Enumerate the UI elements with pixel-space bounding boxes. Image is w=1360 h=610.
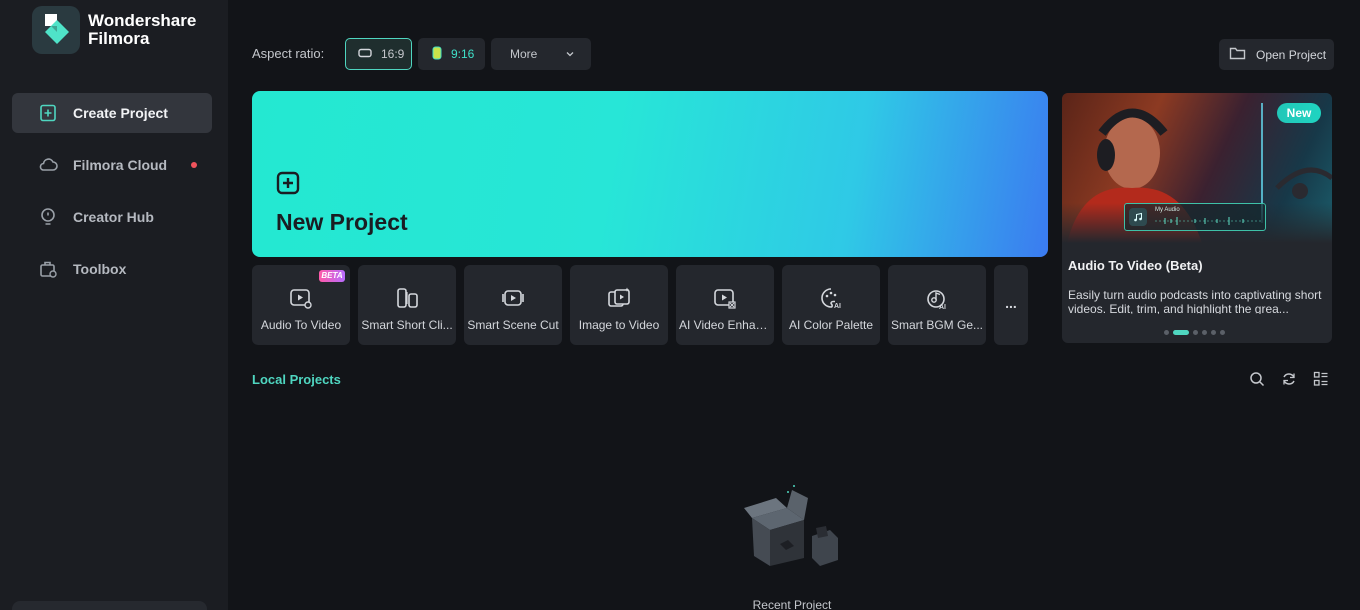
more-dots-icon: ... xyxy=(1005,295,1017,311)
smart-scene-cut-icon xyxy=(501,286,525,310)
music-note-icon xyxy=(1129,208,1147,226)
promo-title: Audio To Video (Beta) xyxy=(1068,258,1203,273)
filmora-logo-icon xyxy=(32,6,80,54)
sidebar-item-filmora-cloud[interactable]: Filmora Cloud xyxy=(12,145,212,185)
tool-label: Audio To Video xyxy=(260,318,342,332)
ai-video-enhancer-icon xyxy=(713,286,737,310)
tool-smart-short-clips[interactable]: Smart Short Cli... xyxy=(358,265,456,345)
aspect-9-16-label: 9:16 xyxy=(451,47,475,61)
tool-label: Smart BGM Ge... xyxy=(891,318,983,332)
new-project-title: New Project xyxy=(276,209,408,235)
plus-square-icon xyxy=(38,103,58,123)
open-project-label: Open Project xyxy=(1256,47,1327,62)
carousel-dot[interactable] xyxy=(1164,330,1169,335)
sidebar-item-creator-hub[interactable]: Creator Hub xyxy=(12,197,212,237)
aspect-16-9-label: 16:9 xyxy=(381,47,405,61)
tool-ai-color-palette[interactable]: AI AI Color Palette xyxy=(782,265,880,345)
tools-more-button[interactable]: ... xyxy=(994,265,1028,345)
brand-line-1: Wondershare xyxy=(88,11,197,30)
aspect-more-label: More xyxy=(510,47,538,61)
account-button[interactable] xyxy=(12,601,207,610)
tool-image-to-video[interactable]: Image to Video xyxy=(570,265,668,345)
plus-square-icon xyxy=(276,171,300,200)
beta-badge: BETA xyxy=(319,270,345,282)
app-logo[interactable]: Wondershare Filmora xyxy=(32,6,196,54)
audio-widget: My Audio xyxy=(1124,203,1266,231)
folder-icon xyxy=(1229,46,1246,63)
tool-ai-video-enhancer[interactable]: AI Video Enhan... xyxy=(676,265,774,345)
promo-card[interactable]: New My Audio Audio To Video (Beta) Easil… xyxy=(1062,93,1332,343)
brand-name: Wondershare Filmora xyxy=(88,12,196,48)
sidebar: Wondershare Filmora Create Project Filmo… xyxy=(0,0,228,610)
tool-label: Smart Short Cli... xyxy=(361,318,453,332)
tool-smart-scene-cut[interactable]: Smart Scene Cut xyxy=(464,265,562,345)
carousel-dot-active[interactable] xyxy=(1173,330,1189,335)
view-toggle-icon[interactable] xyxy=(1313,371,1329,392)
promo-description: Easily turn audio podcasts into captivat… xyxy=(1068,288,1322,314)
sidebar-nav: Create Project Filmora Cloud Creator Hub… xyxy=(12,93,212,301)
landscape-icon xyxy=(358,47,372,61)
carousel-dots[interactable] xyxy=(1164,330,1225,335)
smart-short-clips-icon xyxy=(395,286,419,310)
tool-audio-to-video[interactable]: BETA Audio To Video xyxy=(252,265,350,345)
carousel-dot[interactable] xyxy=(1211,330,1216,335)
open-project-button[interactable]: Open Project xyxy=(1219,39,1334,70)
sidebar-item-label: Create Project xyxy=(73,105,168,121)
ai-color-palette-icon: AI xyxy=(819,286,843,310)
empty-box-illustration xyxy=(742,478,842,573)
sidebar-item-label: Filmora Cloud xyxy=(73,157,168,173)
aspect-16-9-button[interactable]: 16:9 xyxy=(345,38,412,70)
aspect-more-dropdown[interactable]: More xyxy=(491,38,591,70)
brand-line-2: Filmora xyxy=(88,29,150,48)
new-badge: New xyxy=(1277,103,1321,123)
tool-label: AI Color Palette xyxy=(788,318,874,332)
svg-text:AI: AI xyxy=(834,303,841,310)
waveform-icon xyxy=(1155,217,1261,225)
sidebar-item-toolbox[interactable]: Toolbox xyxy=(12,249,212,289)
audio-to-video-icon xyxy=(289,286,313,310)
tool-label: Image to Video xyxy=(578,318,660,332)
local-projects-title: Local Projects xyxy=(252,372,341,387)
aspect-ratio-label: Aspect ratio: xyxy=(252,46,325,61)
tool-label: Smart Scene Cut xyxy=(467,318,559,332)
smart-bgm-icon: AI xyxy=(925,286,949,311)
search-icon[interactable] xyxy=(1249,371,1265,392)
svg-text:AI: AI xyxy=(939,304,946,310)
sidebar-item-create-project[interactable]: Create Project xyxy=(12,93,212,133)
carousel-dot[interactable] xyxy=(1202,330,1207,335)
sidebar-item-label: Creator Hub xyxy=(73,209,154,225)
tool-label: AI Video Enhan... xyxy=(679,318,771,332)
empty-state-label: Recent Project xyxy=(752,598,832,610)
new-project-banner[interactable]: New Project xyxy=(252,91,1048,257)
audio-widget-tag: My Audio xyxy=(1155,207,1180,213)
image-to-video-icon xyxy=(607,286,631,310)
chevron-down-icon xyxy=(565,48,575,62)
cloud-icon xyxy=(38,155,58,175)
bulb-icon xyxy=(38,207,58,227)
portrait-icon xyxy=(432,46,442,63)
notification-dot xyxy=(191,162,197,168)
refresh-icon[interactable] xyxy=(1281,371,1297,392)
aspect-9-16-button[interactable]: 9:16 xyxy=(418,38,485,70)
toolbox-icon xyxy=(38,259,58,279)
carousel-dot[interactable] xyxy=(1193,330,1198,335)
carousel-dot[interactable] xyxy=(1220,330,1225,335)
tool-smart-bgm-generation[interactable]: AI Smart BGM Ge... xyxy=(888,265,986,345)
sidebar-item-label: Toolbox xyxy=(73,261,127,277)
